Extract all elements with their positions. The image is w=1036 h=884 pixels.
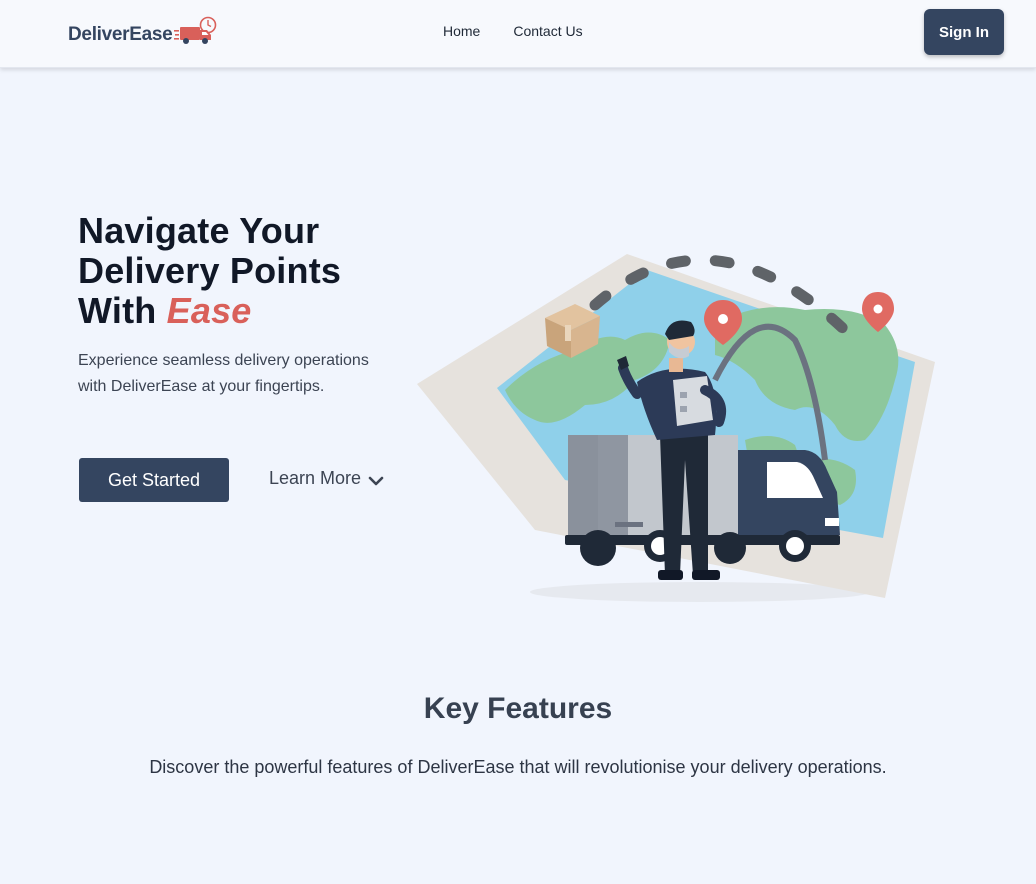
main-nav: Home Contact Us [443, 23, 583, 39]
get-started-button[interactable]: Get Started [79, 458, 229, 502]
delivery-truck-icon [174, 16, 217, 44]
delivery-illustration [417, 254, 935, 602]
sign-in-button[interactable]: Sign In [924, 9, 1004, 55]
nav-contact-link[interactable]: Contact Us [513, 23, 582, 39]
logo-text: DeliverEase [68, 24, 173, 45]
learn-more-button[interactable]: Learn More [269, 468, 385, 489]
learn-more-label: Learn More [269, 468, 362, 488]
hero-title-line-3: With [78, 290, 157, 331]
top-navbar: DeliverEase Home Contact Us Sign In [0, 0, 1036, 68]
hero-title-accent: Ease [166, 290, 252, 331]
hero-title-line-1: Navigate Your [78, 210, 320, 251]
features-title: Key Features [423, 692, 613, 725]
hero-title-line-2: Delivery Points [78, 250, 342, 291]
nav-home-link[interactable]: Home [443, 23, 480, 39]
chevron-down-icon [368, 476, 384, 485]
features-subtitle: Discover the powerful features of Delive… [149, 757, 887, 777]
logo[interactable]: DeliverEase [68, 13, 220, 49]
hero-subtitle: Experience seamless delivery operations … [78, 352, 369, 395]
hero-title: Navigate Your Delivery Points With Ease [78, 211, 418, 331]
